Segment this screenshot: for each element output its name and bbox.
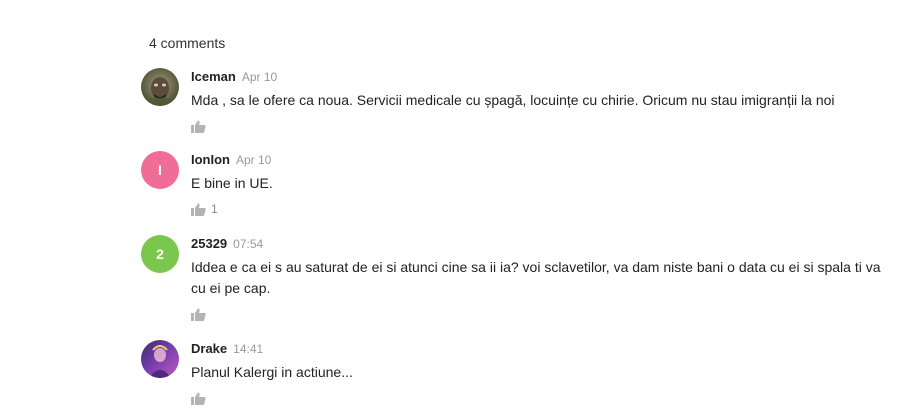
avatar-letter: I	[158, 162, 162, 178]
comment-actions	[191, 306, 896, 322]
comment-text: Iddea e ca ei s au saturat de ei si atun…	[191, 259, 881, 296]
comment-body: Drake 14:41 Planul Kalergi in actiune...	[191, 340, 896, 406]
thumbs-up-icon[interactable]	[191, 120, 206, 133]
comment-text: E bine in UE.	[191, 175, 273, 191]
comment-time: Apr 10	[236, 153, 272, 167]
comment-text: Planul Kalergi in actiune...	[191, 364, 353, 380]
comment-meta: 25329 07:54	[191, 235, 896, 253]
avatar[interactable]	[141, 68, 179, 106]
comment-actions: 1	[191, 201, 896, 217]
comment-actions	[191, 118, 896, 134]
avatar-photo	[141, 340, 179, 378]
comment-author[interactable]: Iceman	[191, 69, 236, 84]
comment-author[interactable]: 25329	[191, 236, 227, 251]
thumbs-up-icon[interactable]	[191, 203, 206, 216]
like-count: 1	[211, 202, 218, 216]
avatar-letter: 2	[156, 246, 164, 262]
avatar[interactable]	[141, 340, 179, 378]
comment-text: Mda , sa le ofere ca noua. Servicii medi…	[191, 92, 835, 108]
avatar[interactable]: I	[141, 151, 179, 189]
comment-meta: IonIon Apr 10	[191, 151, 896, 169]
thumbs-up-icon[interactable]	[191, 308, 206, 321]
comments-count: 4 comments	[149, 35, 226, 51]
comment-body: Iceman Apr 10 Mda , sa le ofere ca noua. …	[191, 68, 896, 134]
comment-time: 07:54	[233, 237, 264, 251]
comment-time: 14:41	[233, 342, 264, 356]
comment-body: 25329 07:54 Iddea e ca ei s au saturat de…	[191, 235, 896, 322]
comment-author[interactable]: Drake	[191, 341, 227, 356]
thumbs-up-icon[interactable]	[191, 392, 206, 405]
comment-actions	[191, 390, 896, 406]
comment-meta: Iceman Apr 10	[191, 68, 896, 86]
avatar[interactable]: 2	[141, 235, 179, 273]
comment-body: IonIon Apr 10 E bine in UE. 1	[191, 151, 896, 217]
comment-meta: Drake 14:41	[191, 340, 896, 358]
avatar-photo	[141, 68, 179, 106]
comment-author[interactable]: IonIon	[191, 152, 230, 167]
comment-time: Apr 10	[241, 70, 278, 84]
